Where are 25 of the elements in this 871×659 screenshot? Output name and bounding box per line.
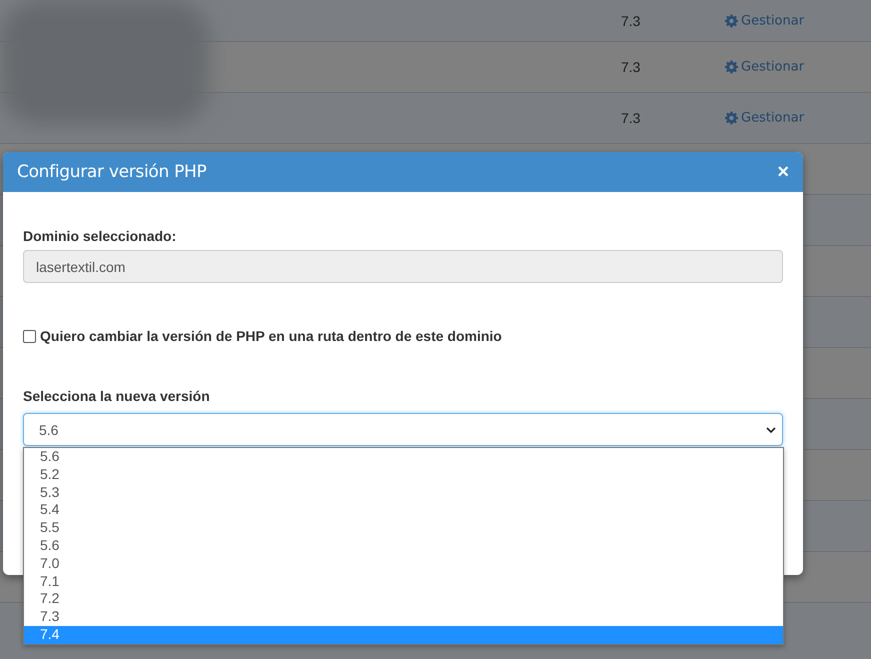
modal-title: Configurar versión PHP bbox=[17, 162, 206, 182]
version-option[interactable]: 5.5 bbox=[24, 519, 783, 537]
domain-label: Dominio seleccionado: bbox=[23, 228, 178, 246]
path-checkbox[interactable] bbox=[23, 330, 36, 342]
gear-icon bbox=[725, 112, 738, 124]
caret-icon bbox=[766, 426, 776, 432]
version-label: Selecciona la nueva versión bbox=[23, 388, 211, 406]
version-option[interactable]: 7.1 bbox=[24, 572, 783, 590]
version-option[interactable]: 5.2 bbox=[24, 466, 783, 484]
gear-icon bbox=[725, 14, 738, 27]
gear-icon bbox=[725, 60, 738, 74]
version-option[interactable]: 5.6 bbox=[24, 536, 783, 555]
version-option[interactable]: 7.3 bbox=[24, 608, 783, 626]
version-option[interactable]: 5.6 bbox=[24, 448, 783, 466]
version-select[interactable]: 5.6 bbox=[23, 413, 783, 446]
version-option[interactable]: 7.2 bbox=[24, 590, 783, 608]
version-cell: 7.3 bbox=[621, 59, 640, 75]
version-cell: 7.3 bbox=[621, 110, 640, 126]
path-checkbox-label: Quiero cambiar la versión de PHP en una ruta dentro de este dominio bbox=[40, 328, 502, 344]
version-option[interactable]: 5.3 bbox=[24, 484, 783, 502]
version-option[interactable]: 7.0 bbox=[24, 554, 783, 573]
domain-field[interactable]: lasertextil.com bbox=[23, 250, 783, 283]
version-cell: 7.3 bbox=[621, 12, 640, 28]
close-button[interactable]: × bbox=[777, 162, 789, 182]
version-option[interactable]: 5.4 bbox=[24, 501, 783, 520]
